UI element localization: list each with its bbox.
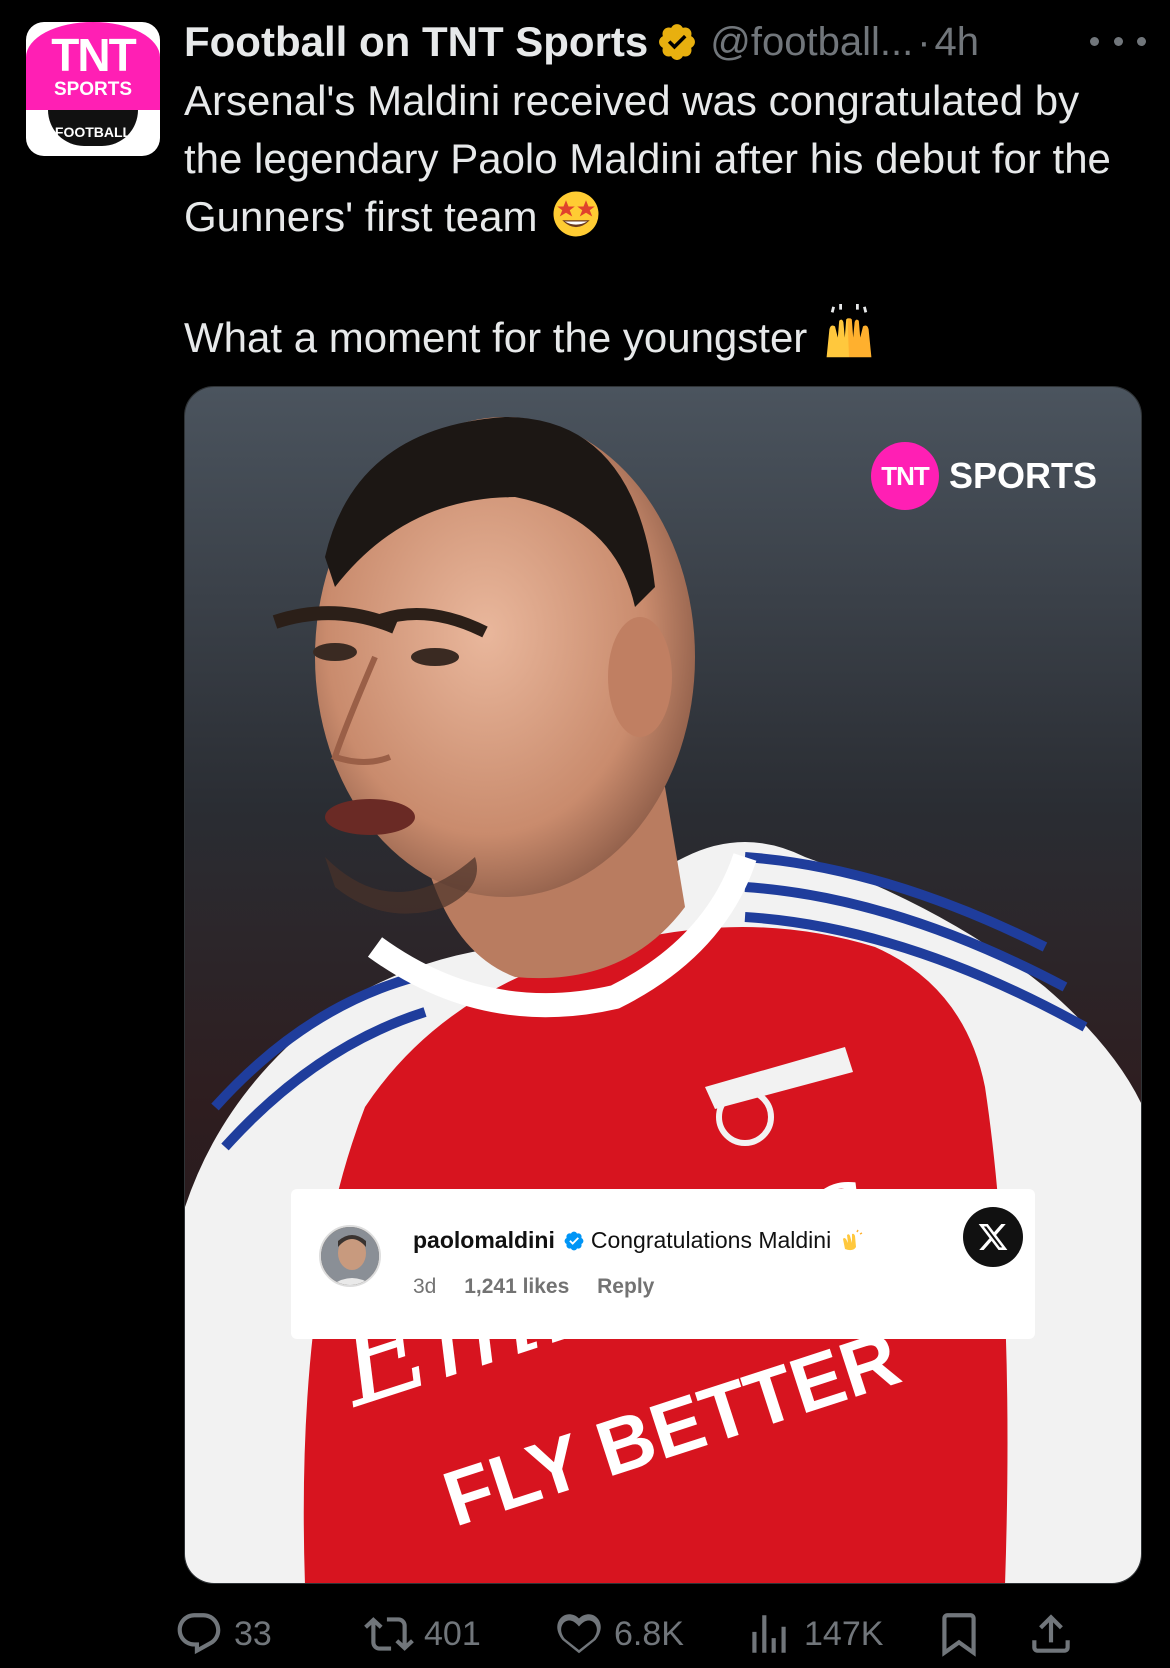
- repost-button[interactable]: 401: [364, 1606, 481, 1662]
- more-dot-icon: [1090, 36, 1099, 46]
- comment-meta: 3d 1,241 likes Reply: [413, 1275, 676, 1299]
- avatar-logo-football: FOOTBALL: [54, 124, 132, 140]
- instagram-comment-card: paolomaldini Congratulations Maldini 3d …: [291, 1189, 1035, 1339]
- commenter-face-icon: [321, 1227, 379, 1285]
- like-button[interactable]: 6.8K: [554, 1606, 684, 1662]
- heart-icon: [557, 1614, 601, 1654]
- separator-dot: ·: [917, 19, 931, 64]
- like-count: 6.8K: [614, 1614, 684, 1653]
- tnt-sports-watermark: TNT SPORTS: [871, 441, 1097, 511]
- bookmark-icon: [942, 1613, 976, 1657]
- commenter-username: paolomaldini: [413, 1227, 555, 1253]
- comment-line: paolomaldini Congratulations Maldini: [413, 1227, 863, 1254]
- share-button[interactable]: [1026, 1606, 1086, 1662]
- comment-age: 3d: [413, 1275, 437, 1298]
- repost-count: 401: [424, 1614, 481, 1653]
- comment-likes: 1,241 likes: [464, 1275, 570, 1298]
- tnt-logo-word: SPORTS: [949, 455, 1098, 496]
- clapping-hands-emoji-icon: [843, 1229, 863, 1250]
- x-logo-icon: [963, 1207, 1023, 1267]
- more-dot-icon: [1113, 36, 1123, 46]
- tweet-header: Football on TNT Sports @football... · 4h: [184, 14, 979, 70]
- tweet-text: Arsenal's Maldini received was congratul…: [184, 72, 1124, 367]
- reply-count: 33: [234, 1614, 272, 1653]
- commenter-avatar: [319, 1225, 381, 1287]
- bookmark-button[interactable]: [934, 1606, 994, 1662]
- tweet[interactable]: TNT SPORTS FOOTBALL Football on TNT Spor…: [0, 0, 1170, 1668]
- comment-text: Congratulations Maldini: [590, 1227, 832, 1253]
- star-struck-emoji-icon: [553, 191, 599, 237]
- repost-icon: [364, 1617, 414, 1651]
- views-button[interactable]: 147K: [744, 1606, 883, 1662]
- tweet-paragraph-1: Arsenal's Maldini received was congratul…: [184, 77, 1111, 240]
- tnt-logo-icon: TNT: [871, 442, 939, 510]
- reply-icon: [177, 1613, 221, 1655]
- author-handle[interactable]: @football...: [710, 20, 913, 65]
- views-count: 147K: [804, 1614, 884, 1653]
- more-dot-icon: [1137, 36, 1146, 46]
- tweet-timestamp[interactable]: 4h: [935, 20, 980, 65]
- author-display-name[interactable]: Football on TNT Sports: [184, 18, 648, 66]
- reply-button[interactable]: 33: [174, 1606, 272, 1662]
- views-chart-icon: [752, 1615, 786, 1653]
- tweet-actions-bar: 33 401 6.8K 147K: [177, 1606, 1142, 1662]
- raising-hands-emoji-icon: [826, 304, 872, 358]
- avatar-logo-text: TNT: [51, 29, 136, 81]
- more-options-button[interactable]: [1090, 26, 1146, 56]
- comment-reply: Reply: [597, 1275, 655, 1298]
- verified-badge-icon[interactable]: [656, 21, 698, 63]
- tweet-paragraph-2: What a moment for the youngster: [184, 314, 808, 361]
- share-icon: [1032, 1614, 1070, 1653]
- tweet-media-image[interactable]: Emirates FLY BETTER TNT SPORTS paolomald…: [184, 386, 1142, 1584]
- player-photo: Emirates FLY BETTER: [185, 387, 1141, 1583]
- avatar-logo-sports: SPORTS: [53, 79, 133, 100]
- x-glyph-icon: [978, 1224, 1008, 1250]
- author-avatar[interactable]: TNT SPORTS FOOTBALL: [26, 22, 160, 156]
- commenter-verified-icon: [564, 1231, 584, 1250]
